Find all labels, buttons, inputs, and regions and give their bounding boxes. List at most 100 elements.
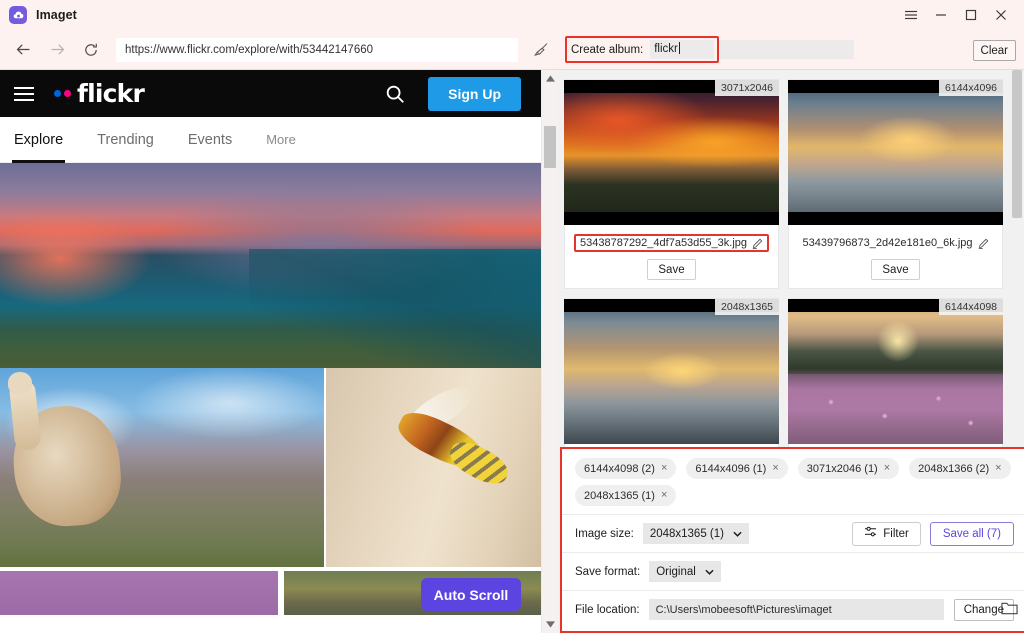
flickr-wordmark: flickr	[77, 79, 144, 108]
hornet-abdomen-shape	[444, 435, 513, 491]
clear-button[interactable]: Clear	[973, 40, 1016, 61]
arrow-right-icon[interactable]	[40, 33, 74, 67]
letterbox-bar	[788, 212, 1003, 225]
create-album-input[interactable]: flickr	[650, 40, 714, 59]
filter-button-label: Filter	[883, 528, 909, 540]
imaget-app-window: Imaget	[0, 0, 1024, 633]
file-location-input[interactable]: C:\Users\mobeesoft\Pictures\imaget	[649, 599, 944, 620]
image-thumbnail[interactable]: 6144x4096	[788, 80, 1003, 225]
filename-row-highlighted[interactable]: 53438787292_4df7a53d55_3k.jpg	[574, 234, 769, 252]
flickr-nav-tabs: Explore Trending Events More	[0, 117, 541, 163]
resolution-badge: 6144x4098	[939, 299, 1003, 315]
tab-trending[interactable]: Trending	[97, 117, 154, 163]
broom-clean-icon[interactable]	[524, 30, 558, 70]
flickr-hamburger-menu-icon[interactable]	[14, 87, 34, 101]
filename-row[interactable]: 53439796873_2d42e181e0_6k.jpg	[796, 234, 994, 252]
app-title: Imaget	[36, 8, 77, 22]
filter-tag[interactable]: 6144x4098 (2) ×	[575, 458, 676, 479]
image-size-row: Image size: 2048x1365 (1) Filter	[562, 514, 1024, 552]
title-bar: Imaget	[0, 0, 1024, 30]
save-format-row: Save format: Original	[562, 552, 1024, 590]
save-button[interactable]: Save	[647, 259, 695, 280]
chevron-down-icon	[705, 566, 714, 578]
auto-scroll-button[interactable]: Auto Scroll	[421, 578, 521, 611]
window-controls	[896, 0, 1024, 30]
create-album-value: flickr	[654, 43, 678, 55]
image-card-grid: 3071x2046 53438787292_4df7a53d55_3k.jpg …	[558, 70, 1024, 453]
guanaco-head-shape	[8, 372, 32, 394]
image-card[interactable]: 6144x4098	[788, 298, 1003, 453]
flickr-logo[interactable]: flickr	[54, 79, 144, 108]
browser-toolbar: https://www.flickr.com/explore/with/5344…	[0, 30, 558, 70]
image-card[interactable]: 3071x2046 53438787292_4df7a53d55_3k.jpg …	[564, 79, 779, 289]
save-all-button[interactable]: Save all (7)	[930, 522, 1014, 546]
thumbnail-art	[564, 299, 779, 444]
filter-tag-label: 6144x4098 (2)	[584, 463, 655, 475]
resolution-badge: 6144x4096	[939, 80, 1003, 96]
webpage-scrollbar[interactable]	[541, 70, 558, 633]
photo-guanaco[interactable]	[0, 368, 324, 567]
remove-tag-icon[interactable]: ×	[884, 463, 890, 474]
image-thumbnail[interactable]: 2048x1365	[564, 299, 779, 444]
image-size-select[interactable]: 2048x1365 (1)	[643, 523, 749, 544]
flickr-photo-grid	[0, 163, 541, 615]
filter-tag[interactable]: 6144x4096 (1) ×	[686, 458, 787, 479]
reload-icon[interactable]	[74, 33, 108, 67]
image-card[interactable]: 6144x4096 53439796873_2d42e181e0_6k.jpg …	[788, 79, 1003, 289]
flickr-dot-pink-icon	[64, 90, 71, 97]
folder-open-icon[interactable]	[998, 597, 1020, 619]
close-icon[interactable]	[986, 0, 1016, 30]
resolution-filter-tags: 6144x4098 (2) × 6144x4096 (1) × 3071x204…	[562, 449, 1024, 514]
filter-button[interactable]: Filter	[852, 522, 921, 546]
tab-explore[interactable]: Explore	[14, 117, 63, 163]
letterbox-bar	[564, 212, 779, 225]
remove-tag-icon[interactable]: ×	[661, 463, 667, 474]
pencil-edit-icon[interactable]	[978, 238, 989, 249]
scroll-down-arrow-icon[interactable]	[542, 616, 558, 633]
save-format-label: Save format:	[575, 566, 640, 578]
photo-row	[0, 368, 541, 567]
hamburger-menu-icon[interactable]	[896, 0, 926, 30]
chevron-down-icon	[733, 528, 742, 540]
filter-tag[interactable]: 2048x1365 (1) ×	[575, 485, 676, 506]
thumbnail-art	[788, 80, 1003, 225]
pencil-edit-icon[interactable]	[752, 238, 763, 249]
download-options-inner: 6144x4098 (2) × 6144x4096 (1) × 3071x204…	[562, 449, 1024, 631]
minimize-icon[interactable]	[926, 0, 956, 30]
download-options-panel: 6144x4098 (2) × 6144x4096 (1) × 3071x204…	[560, 447, 1024, 633]
remove-tag-icon[interactable]: ×	[661, 490, 667, 501]
imaget-cloud-logo-icon	[9, 6, 27, 24]
save-button[interactable]: Save	[871, 259, 919, 280]
flickr-dot-blue-icon	[54, 90, 61, 97]
scrollbar-thumb[interactable]	[1012, 70, 1022, 218]
tab-events[interactable]: Events	[188, 117, 232, 163]
scrollbar-thumb[interactable]	[544, 126, 556, 168]
scroll-up-arrow-icon[interactable]	[542, 70, 558, 87]
filter-tag-label: 3071x2046 (1)	[807, 463, 878, 475]
photo-coastal-sunset[interactable]	[0, 163, 541, 368]
image-thumbnail[interactable]: 3071x2046	[564, 80, 779, 225]
arrow-left-icon[interactable]	[6, 33, 40, 67]
remove-tag-icon[interactable]: ×	[995, 463, 1001, 474]
photo-purple[interactable]	[0, 571, 278, 615]
image-size-label: Image size:	[575, 528, 634, 540]
thumbnail-art	[788, 299, 1003, 444]
file-location-row: File location: C:\Users\mobeesoft\Pictur…	[562, 590, 1024, 628]
filename-label: 53438787292_4df7a53d55_3k.jpg	[580, 237, 747, 249]
save-format-select[interactable]: Original	[649, 561, 721, 582]
sign-up-button[interactable]: Sign Up	[428, 77, 521, 111]
file-location-label: File location:	[575, 604, 640, 616]
remove-tag-icon[interactable]: ×	[772, 463, 778, 474]
search-icon[interactable]	[384, 83, 406, 105]
maximize-icon[interactable]	[956, 0, 986, 30]
sliders-filter-icon	[864, 526, 877, 541]
url-input[interactable]: https://www.flickr.com/explore/with/5344…	[116, 38, 518, 62]
image-thumbnail[interactable]: 6144x4098	[788, 299, 1003, 444]
image-size-value: 2048x1365 (1)	[650, 528, 724, 540]
filter-tag[interactable]: 2048x1366 (2) ×	[909, 458, 1010, 479]
image-card[interactable]: 2048x1365	[564, 298, 779, 453]
tab-more[interactable]: More	[266, 117, 296, 163]
filename-label: 53439796873_2d42e181e0_6k.jpg	[802, 237, 972, 249]
photo-hornet[interactable]	[326, 368, 541, 567]
filter-tag[interactable]: 3071x2046 (1) ×	[798, 458, 899, 479]
